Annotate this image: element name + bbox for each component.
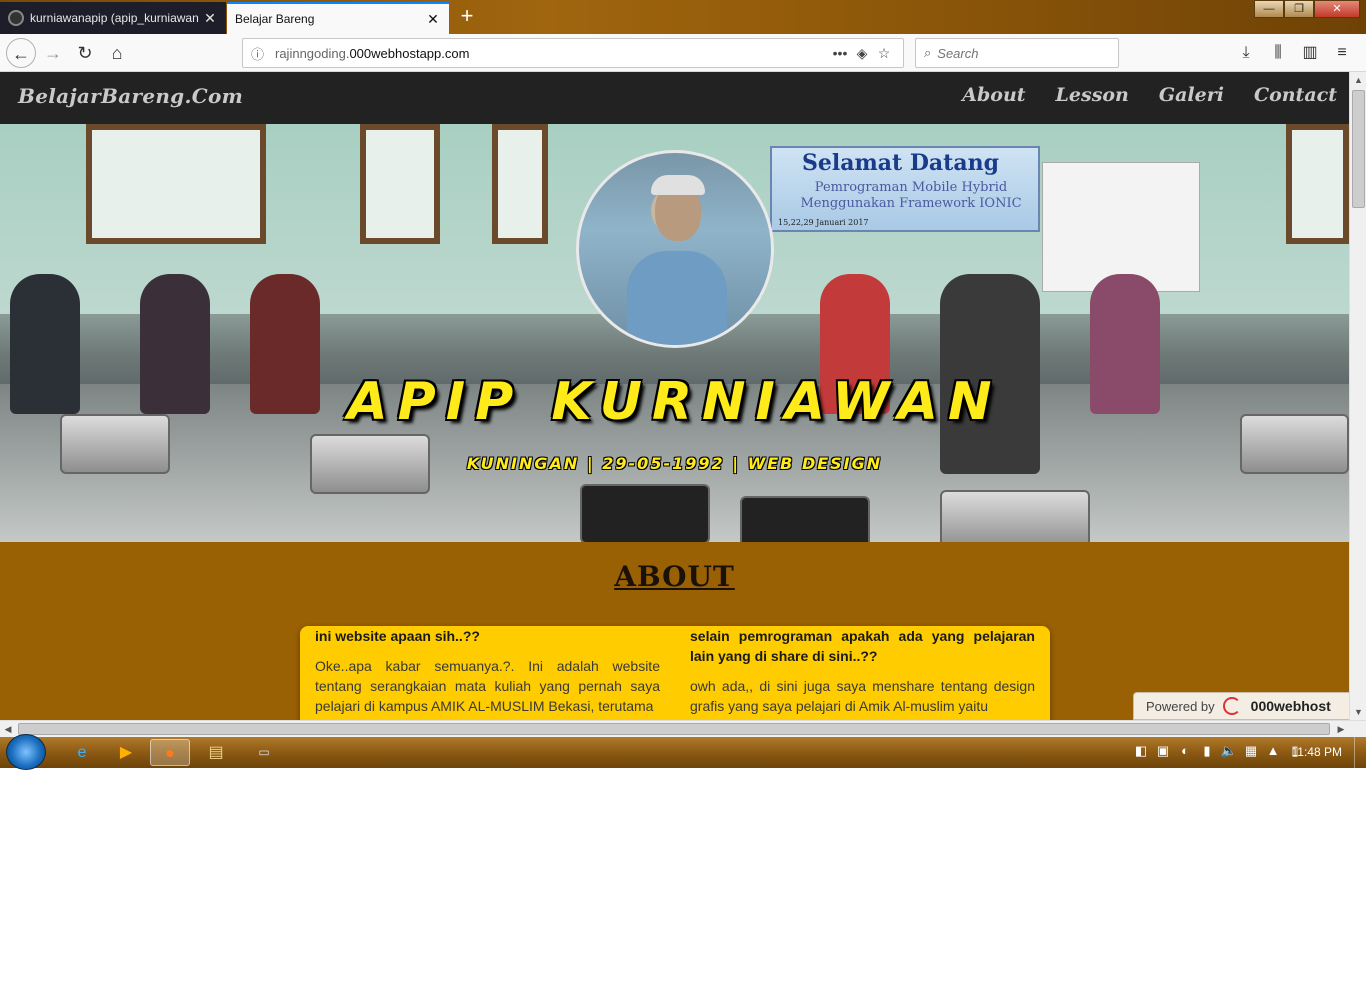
library-icon[interactable]: ⫼ <box>1262 38 1294 68</box>
reload-icon: ↻ <box>77 43 93 63</box>
system-tray: ◧ ▣ ◐ ▮ 🔈 ▦ ▲ ▯ <box>1130 743 1306 759</box>
internet-explorer-icon[interactable]: e <box>62 739 102 766</box>
info-icon[interactable]: ⓘ <box>251 44 267 63</box>
network-icon[interactable]: ▦ <box>1240 743 1262 759</box>
search-box[interactable]: ⌕ <box>915 38 1119 68</box>
about-card: ini website apaan sih..?? Oke..apa kabar… <box>300 626 1050 720</box>
url-host: 000webhostapp.com <box>349 45 470 61</box>
about-title: ABOUT <box>614 560 735 593</box>
site-header: BelajarBareng.Com About Lesson Galeri Co… <box>0 72 1349 124</box>
url-bar[interactable]: ⓘ rajinngoding. 000webhostapp.com ••• ◈ ☆ <box>242 38 904 68</box>
hero-chair <box>940 490 1090 542</box>
taskbar-clock[interactable]: 11:48 PM <box>1292 745 1342 759</box>
home-icon: ⌂ <box>111 43 123 63</box>
more-actions-icon[interactable]: ••• <box>829 45 851 61</box>
banner-title: Selamat Datang <box>802 150 999 176</box>
command-prompt-icon[interactable]: ▭ <box>244 739 284 766</box>
hero-window <box>360 124 440 244</box>
about-right-body: owh ada,, di sini juga saya menshare ten… <box>690 678 1035 714</box>
tray-app-icon[interactable]: ▲ <box>1262 743 1284 759</box>
powered-by-badge[interactable]: Powered by 000webhost <box>1133 692 1349 720</box>
start-button[interactable] <box>6 734 46 770</box>
toolbar-right: ⤓ ⫼ ▥ ≡ <box>1230 38 1358 68</box>
scroll-up-icon[interactable]: ▲ <box>1351 72 1366 88</box>
menu-icon[interactable]: ≡ <box>1326 38 1358 68</box>
about-column-left: ini website apaan sih..?? Oke..apa kabar… <box>315 626 660 716</box>
menu-item-galeri[interactable]: Galeri <box>1159 84 1224 106</box>
tab-title: Belajar Bareng <box>235 12 315 26</box>
signal-icon[interactable]: ▮ <box>1196 743 1218 759</box>
home-button[interactable]: ⌂ <box>102 38 132 68</box>
scroll-down-icon[interactable]: ▼ <box>1351 704 1366 720</box>
volume-icon[interactable]: 🔈 <box>1218 743 1240 759</box>
hero-chair <box>580 484 710 542</box>
hero-name: APIP KURNIAWAN <box>347 372 1002 432</box>
tray-app-icon[interactable]: ▣ <box>1152 743 1174 759</box>
download-icon[interactable]: ⤓ <box>1230 38 1262 68</box>
media-player-icon[interactable]: ▶ <box>106 739 146 766</box>
pocket-icon[interactable]: ◈ <box>851 45 873 62</box>
arrow-right-icon: → <box>44 43 62 63</box>
horizontal-scrollbar[interactable]: ◀ ▶ <box>0 720 1366 737</box>
hero-window <box>492 124 548 244</box>
github-icon <box>8 10 24 26</box>
file-explorer-icon[interactable]: ▤ <box>196 739 236 766</box>
hero-window <box>86 124 266 244</box>
scroll-left-icon[interactable]: ◀ <box>0 721 16 737</box>
menu-item-about[interactable]: About <box>962 84 1025 106</box>
url-subdomain: rajinngoding. <box>275 45 350 61</box>
browser-toolbar: ← → ↻ ⌂ ⓘ rajinngoding. 000webhostapp.com… <box>0 34 1366 72</box>
firefox-icon[interactable]: ● <box>150 739 190 766</box>
powered-by-label: Powered by <box>1146 698 1215 714</box>
tab-github[interactable]: kurniawanapip (apip_kurniawan ✕ <box>0 2 226 34</box>
hero-section: Selamat Datang Pemrograman Mobile Hybrid… <box>0 124 1349 542</box>
close-tab-icon[interactable]: ✕ <box>425 11 441 28</box>
close-window-button[interactable]: ✕ <box>1314 0 1360 18</box>
site-brand[interactable]: BelajarBareng.Com <box>18 84 243 108</box>
new-tab-button[interactable]: + <box>454 4 480 30</box>
menu-item-lesson[interactable]: Lesson <box>1056 84 1129 106</box>
horizontal-scroll-thumb[interactable] <box>18 723 1330 735</box>
window-controls: — ❐ ✕ <box>1254 0 1360 18</box>
sidebar-icon[interactable]: ▥ <box>1294 38 1326 68</box>
close-tab-icon[interactable]: ✕ <box>202 10 218 27</box>
hero-projector-screen <box>1042 162 1200 292</box>
about-left-body: Oke..apa kabar semuanya.?. Ini adalah we… <box>315 658 660 714</box>
tab-title: kurniawanapip (apip_kurniawan <box>30 11 199 25</box>
taskbar: e ▶ ● ▤ ▭ ◧ ▣ ◐ ▮ 🔈 ▦ ▲ ▯ 11:48 PM <box>0 734 1366 770</box>
banner-subtitle: Pemrograman Mobile Hybrid Menggunakan Fr… <box>800 180 1022 211</box>
tab-belajar-bareng[interactable]: Belajar Bareng ✕ <box>227 2 449 34</box>
about-left-heading: ini website apaan sih..?? <box>315 628 480 644</box>
menu-item-contact[interactable]: Contact <box>1254 84 1337 106</box>
vertical-scrollbar[interactable]: ▲ ▼ <box>1349 72 1366 720</box>
about-column-right: selain pemrograman apakah ada yang pelaj… <box>690 626 1035 716</box>
search-input[interactable] <box>937 45 1098 61</box>
back-button[interactable]: ← <box>6 38 36 68</box>
vertical-scroll-thumb[interactable] <box>1352 90 1365 208</box>
search-icon: ⌕ <box>924 45 932 60</box>
profile-avatar <box>576 150 774 348</box>
site-menu: About Lesson Galeri Contact <box>932 84 1337 106</box>
arrow-left-icon: ← <box>12 44 30 64</box>
forward-button[interactable]: → <box>38 38 68 68</box>
webhost-logo-icon <box>1222 697 1241 715</box>
about-right-heading: selain pemrograman apakah ada yang pelaj… <box>690 628 1035 664</box>
reload-button[interactable]: ↻ <box>70 38 100 68</box>
tray-app-icon[interactable]: ◧ <box>1130 743 1152 759</box>
page-viewport: BelajarBareng.Com About Lesson Galeri Co… <box>0 72 1349 720</box>
hero-tagline: KUNINGAN | 29-05-1992 | WEB DESIGN <box>466 454 883 473</box>
bookmark-star-icon[interactable]: ☆ <box>873 45 895 62</box>
minimize-button[interactable]: — <box>1254 0 1284 18</box>
hero-welcome-banner: Selamat Datang Pemrograman Mobile Hybrid… <box>770 146 1040 232</box>
powered-by-name: 000webhost <box>1250 698 1331 714</box>
maximize-button[interactable]: ❐ <box>1284 0 1314 18</box>
hero-window <box>1286 124 1349 244</box>
tray-app-icon[interactable]: ◐ <box>1174 743 1196 759</box>
show-desktop-button[interactable] <box>1354 737 1366 768</box>
tab-strip: kurniawanapip (apip_kurniawan ✕ Belajar … <box>0 0 1366 34</box>
scroll-right-icon[interactable]: ▶ <box>1333 721 1349 737</box>
hero-chair <box>740 496 870 542</box>
banner-date: 15,22,29 Januari 2017 <box>778 218 869 227</box>
